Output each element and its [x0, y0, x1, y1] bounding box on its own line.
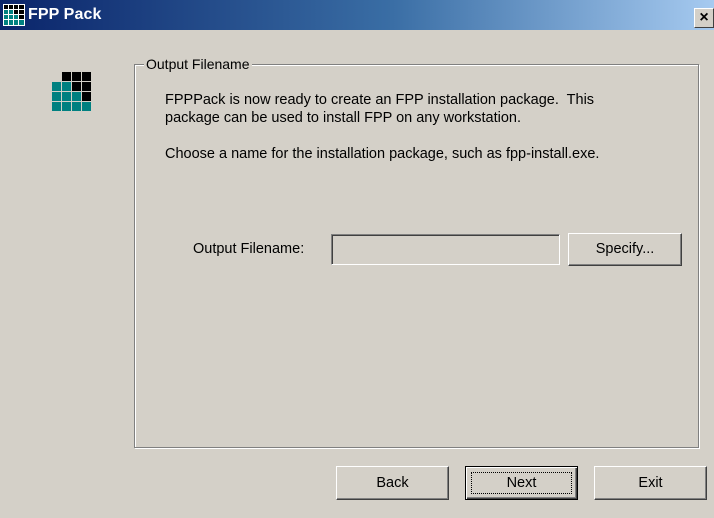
specify-button[interactable]: Specify...	[568, 233, 682, 266]
group-legend: Output Filename	[144, 56, 252, 72]
fpp-grid-icon	[3, 4, 25, 26]
output-filename-label: Output Filename:	[193, 241, 305, 257]
window-title: FPP Pack	[28, 6, 102, 23]
output-filename-input[interactable]	[331, 234, 560, 265]
close-icon[interactable]: ×	[694, 8, 714, 28]
fpp-logo-icon	[52, 72, 92, 112]
description-line-1: FPPPack is now ready to create an FPP in…	[165, 92, 595, 108]
description-line-2: package can be used to install FPP on an…	[165, 110, 522, 126]
exit-button[interactable]: Exit	[594, 466, 707, 500]
next-button-label: Next	[506, 475, 537, 491]
title-bar[interactable]: FPP Pack ×	[0, 0, 714, 30]
next-button[interactable]: Next	[465, 466, 578, 500]
description-line-3: Choose a name for the installation packa…	[165, 146, 600, 162]
back-button[interactable]: Back	[336, 466, 449, 500]
fpp-pack-window: FPP Pack × Output Filename FPPPack is no…	[0, 0, 714, 518]
